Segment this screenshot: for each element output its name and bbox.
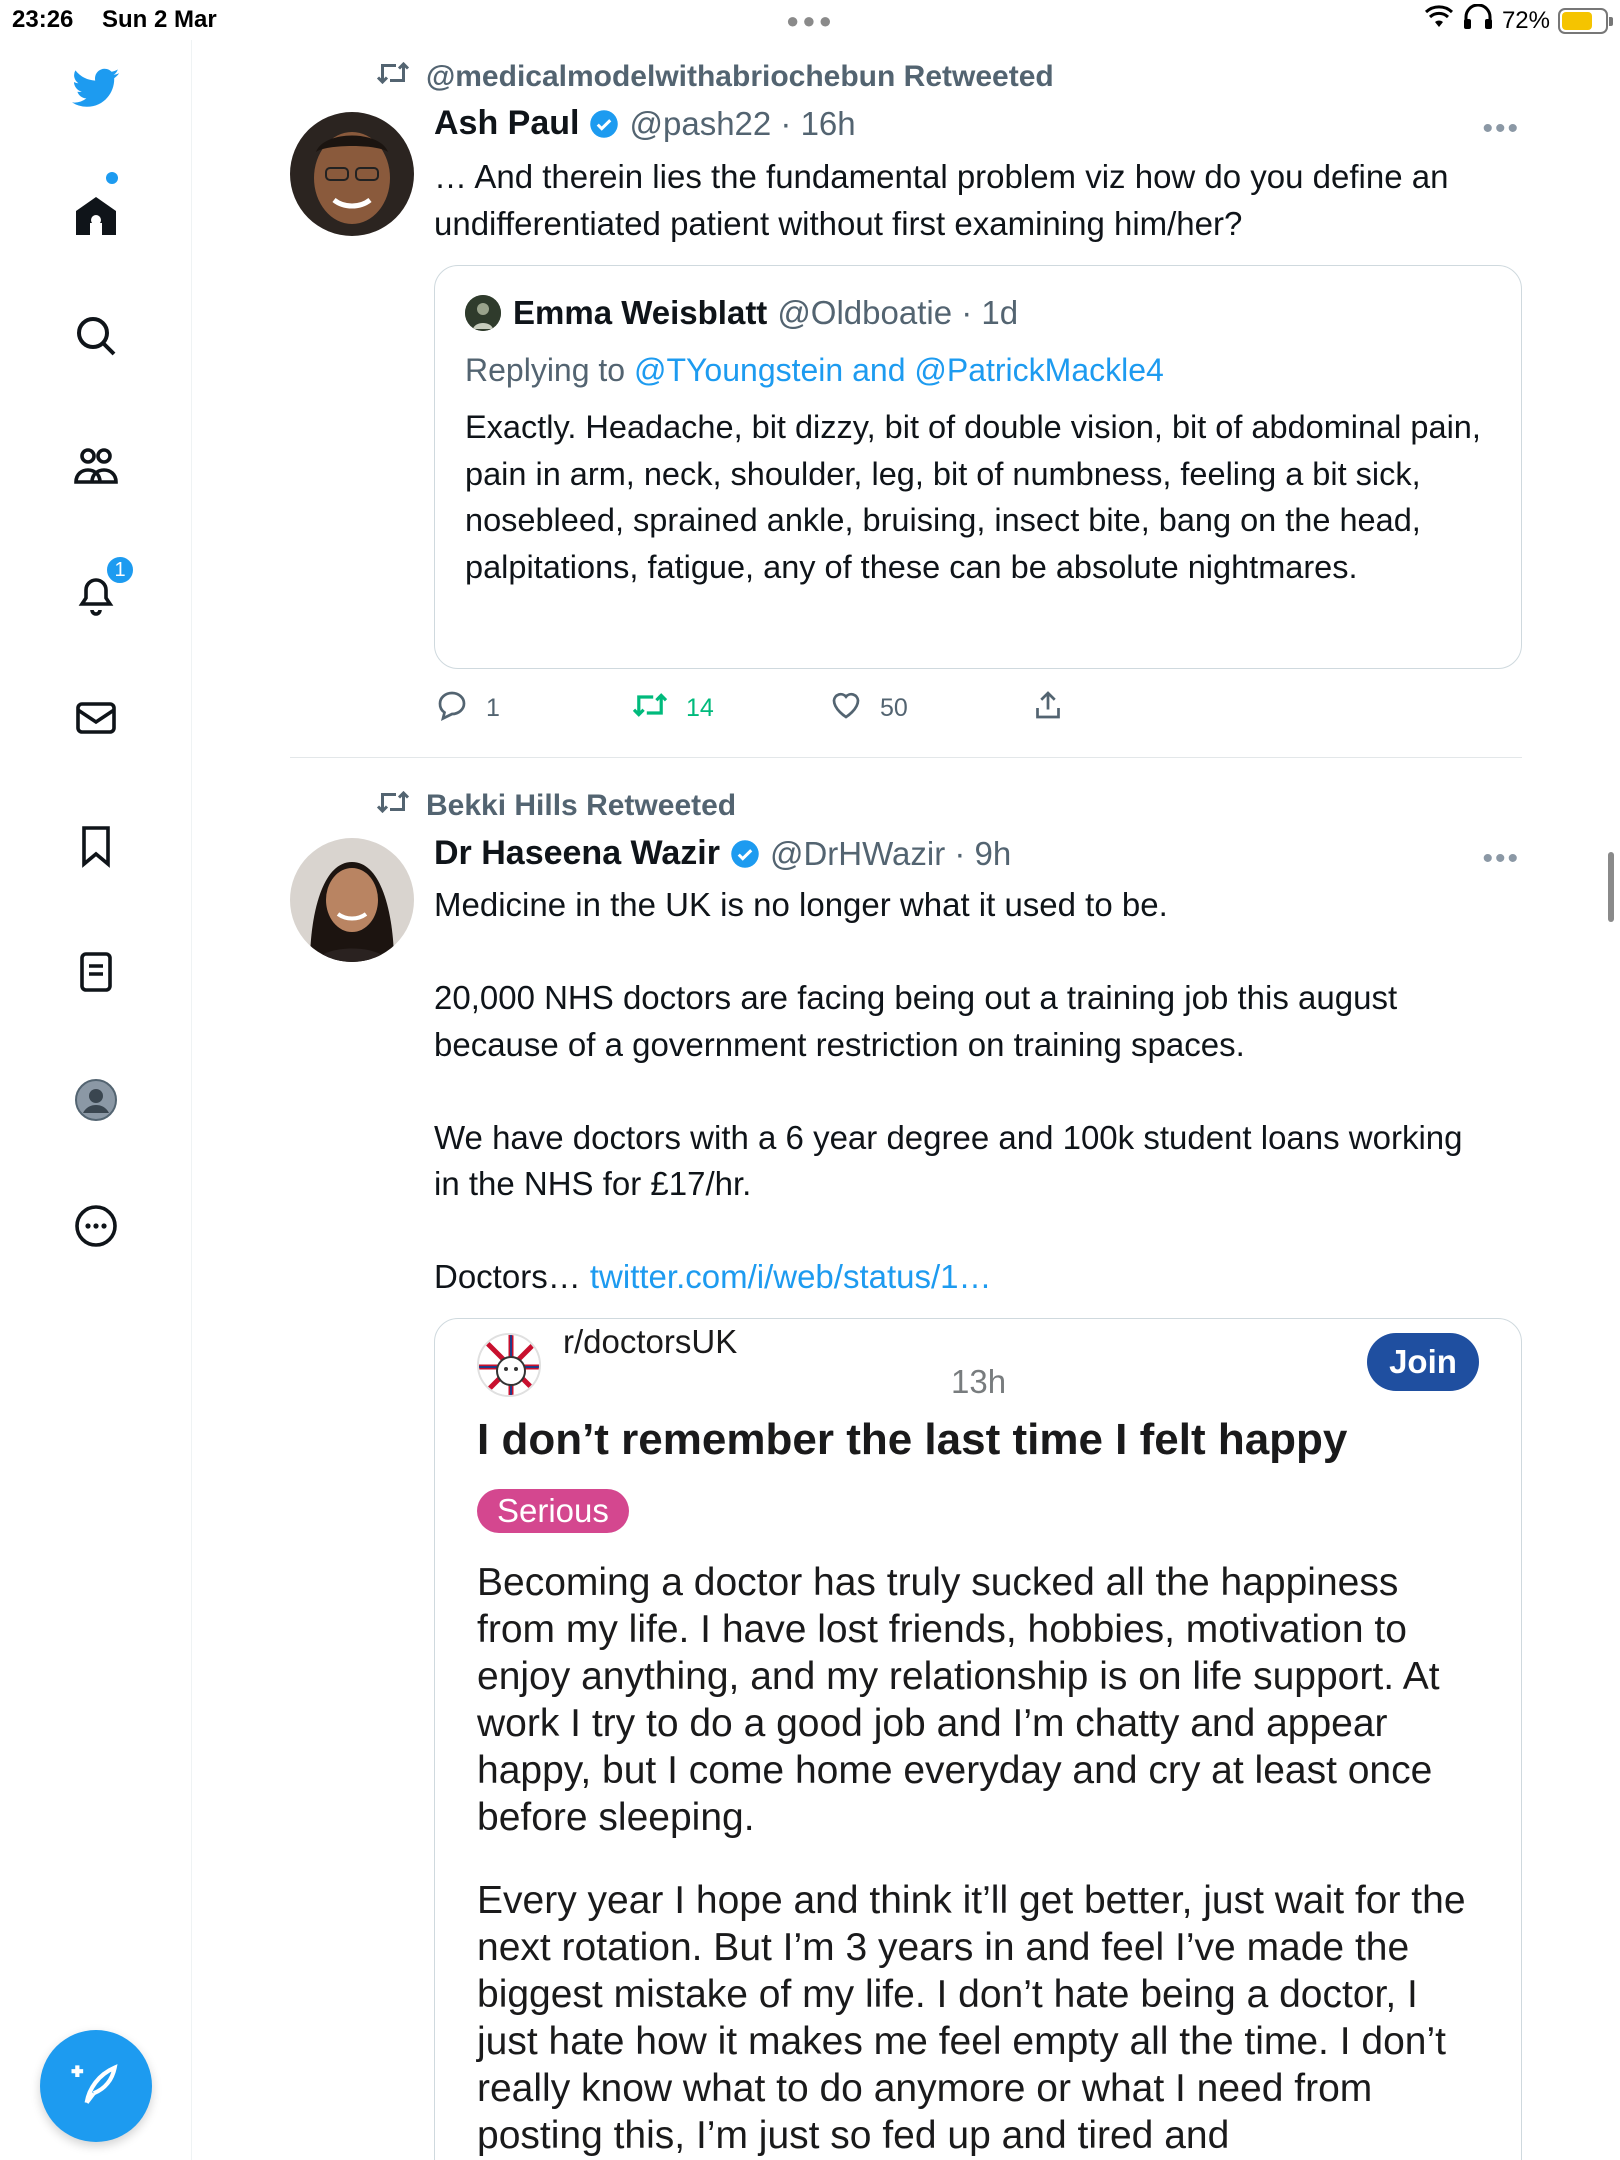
quoted-avatar (465, 295, 501, 331)
tweet-header: Dr Haseena Wazir @DrHWazir · 9h (434, 834, 1011, 873)
post-paragraph: Becoming a doctor has truly sucked all t… (477, 1561, 1440, 1839)
twitter-logo-icon[interactable] (70, 62, 122, 114)
tweet-header: Ash Paul @pash22 · 16h (434, 104, 856, 143)
like-count: 50 (880, 693, 908, 722)
tweet-link[interactable]: twitter.com/i/web/status/1… (590, 1258, 992, 1295)
communities-icon[interactable] (70, 440, 122, 492)
compose-tweet-button[interactable] (40, 2030, 152, 2142)
post-paragraph: Every year I hope and think it’ll get be… (477, 1879, 1466, 2157)
replying-to: Replying to @TYoungstein and @PatrickMac… (465, 352, 1164, 389)
author-handle-time[interactable]: @pash22 · 16h (629, 105, 855, 143)
reply-button[interactable]: 1 (434, 687, 500, 730)
retweet-count: 14 (686, 693, 714, 722)
subreddit-icon (477, 1333, 541, 1397)
join-button[interactable]: Join (1367, 1333, 1479, 1391)
quoted-author-name: Emma Weisblatt (513, 294, 768, 331)
post-title[interactable]: I don’t remember the last time I felt ha… (477, 1415, 1347, 1465)
share-icon (1030, 687, 1066, 730)
battery-percent: 72% (1501, 6, 1550, 34)
retweet-icon (374, 787, 412, 825)
messages-icon[interactable] (70, 692, 122, 744)
retweet-icon (374, 58, 412, 96)
retweet-context: Bekki Hills Retweeted (374, 787, 736, 825)
retweeted-by-text: Bekki Hills Retweeted (426, 789, 737, 822)
compose-tweet-icon (68, 2056, 124, 2117)
replying-to-users[interactable]: @TYoungstein and @PatrickMackle4 (634, 352, 1164, 388)
quoted-handle-time: @Oldboatie · 1d (777, 294, 1019, 331)
profile-icon[interactable] (70, 1074, 122, 1126)
replying-to-prefix: Replying to (465, 352, 634, 388)
quoted-tweet-text: Exactly. Headache, bit dizzy, bit of dou… (465, 409, 1481, 585)
avatar[interactable] (290, 838, 414, 962)
quoted-tweet-header: Emma Weisblatt @Oldboatie · 1d (465, 294, 1018, 332)
post-time: 13h (951, 1363, 1007, 1400)
heart-icon (828, 687, 864, 730)
like-button[interactable]: 50 (828, 687, 908, 730)
wifi-icon (1424, 5, 1454, 36)
more-icon[interactable] (70, 1200, 122, 1252)
battery-icon (1558, 7, 1613, 34)
verified-badge-icon (589, 109, 619, 139)
tweet-text: … And therein lies the fundamental probl… (434, 158, 1458, 242)
home-icon[interactable] (70, 190, 122, 242)
status-bar: 23:26 Sun 2 Mar ●●● 72% (0, 0, 1620, 40)
retweeted-by-text: @medicalmodelwithabriochebun Retweeted (426, 60, 1054, 93)
scrollbar-thumb[interactable] (1608, 852, 1614, 922)
lists-icon[interactable] (70, 946, 122, 998)
post-body: Becoming a doctor has truly sucked all t… (477, 1559, 1487, 2160)
tweet-actions: 1 14 50 (434, 688, 1134, 728)
share-button[interactable] (1030, 687, 1066, 730)
home-new-dot (106, 172, 118, 184)
author-name[interactable]: Dr Haseena Wazir (434, 834, 720, 873)
tweet-text-body: Medicine in the UK is no longer what it … (434, 886, 1463, 1295)
tweet-more-icon[interactable]: ••• (1480, 842, 1520, 875)
tweet-divider (290, 757, 1522, 758)
tweet-text: Medicine in the UK is no longer what it … (434, 882, 1494, 1301)
multitasking-dots-icon[interactable]: ●●● (786, 8, 835, 34)
retweet-button[interactable]: 14 (630, 689, 714, 728)
search-icon[interactable] (70, 310, 122, 362)
quoted-tweet[interactable]: Emma Weisblatt @Oldboatie · 1d Replying … (434, 265, 1522, 669)
headphones-icon (1462, 3, 1494, 37)
status-date: Sun 2 Mar (102, 6, 217, 33)
avatar[interactable] (290, 112, 414, 236)
verified-badge-icon (730, 839, 760, 869)
tweet-more-icon[interactable]: ••• (1480, 112, 1520, 145)
subreddit-name[interactable]: r/doctorsUK (563, 1323, 737, 1361)
notification-count-badge: 1 (104, 554, 136, 586)
reply-count: 1 (486, 693, 500, 722)
sidebar: 1 (0, 40, 192, 2160)
retweet-context: @medicalmodelwithabriochebun Retweeted (374, 58, 1054, 96)
reddit-post-card[interactable]: r/doctorsUK 13h Join I don’t remember th… (434, 1318, 1522, 2160)
status-indicators: 72% (1424, 3, 1613, 37)
author-handle-time[interactable]: @DrHWazir · 9h (770, 835, 1011, 873)
retweet-icon (630, 689, 670, 728)
reply-icon (434, 687, 470, 730)
bookmarks-icon[interactable] (70, 820, 122, 872)
author-name[interactable]: Ash Paul (434, 104, 579, 143)
post-flair: Serious (477, 1489, 629, 1533)
status-time: 23:26 (12, 6, 74, 33)
